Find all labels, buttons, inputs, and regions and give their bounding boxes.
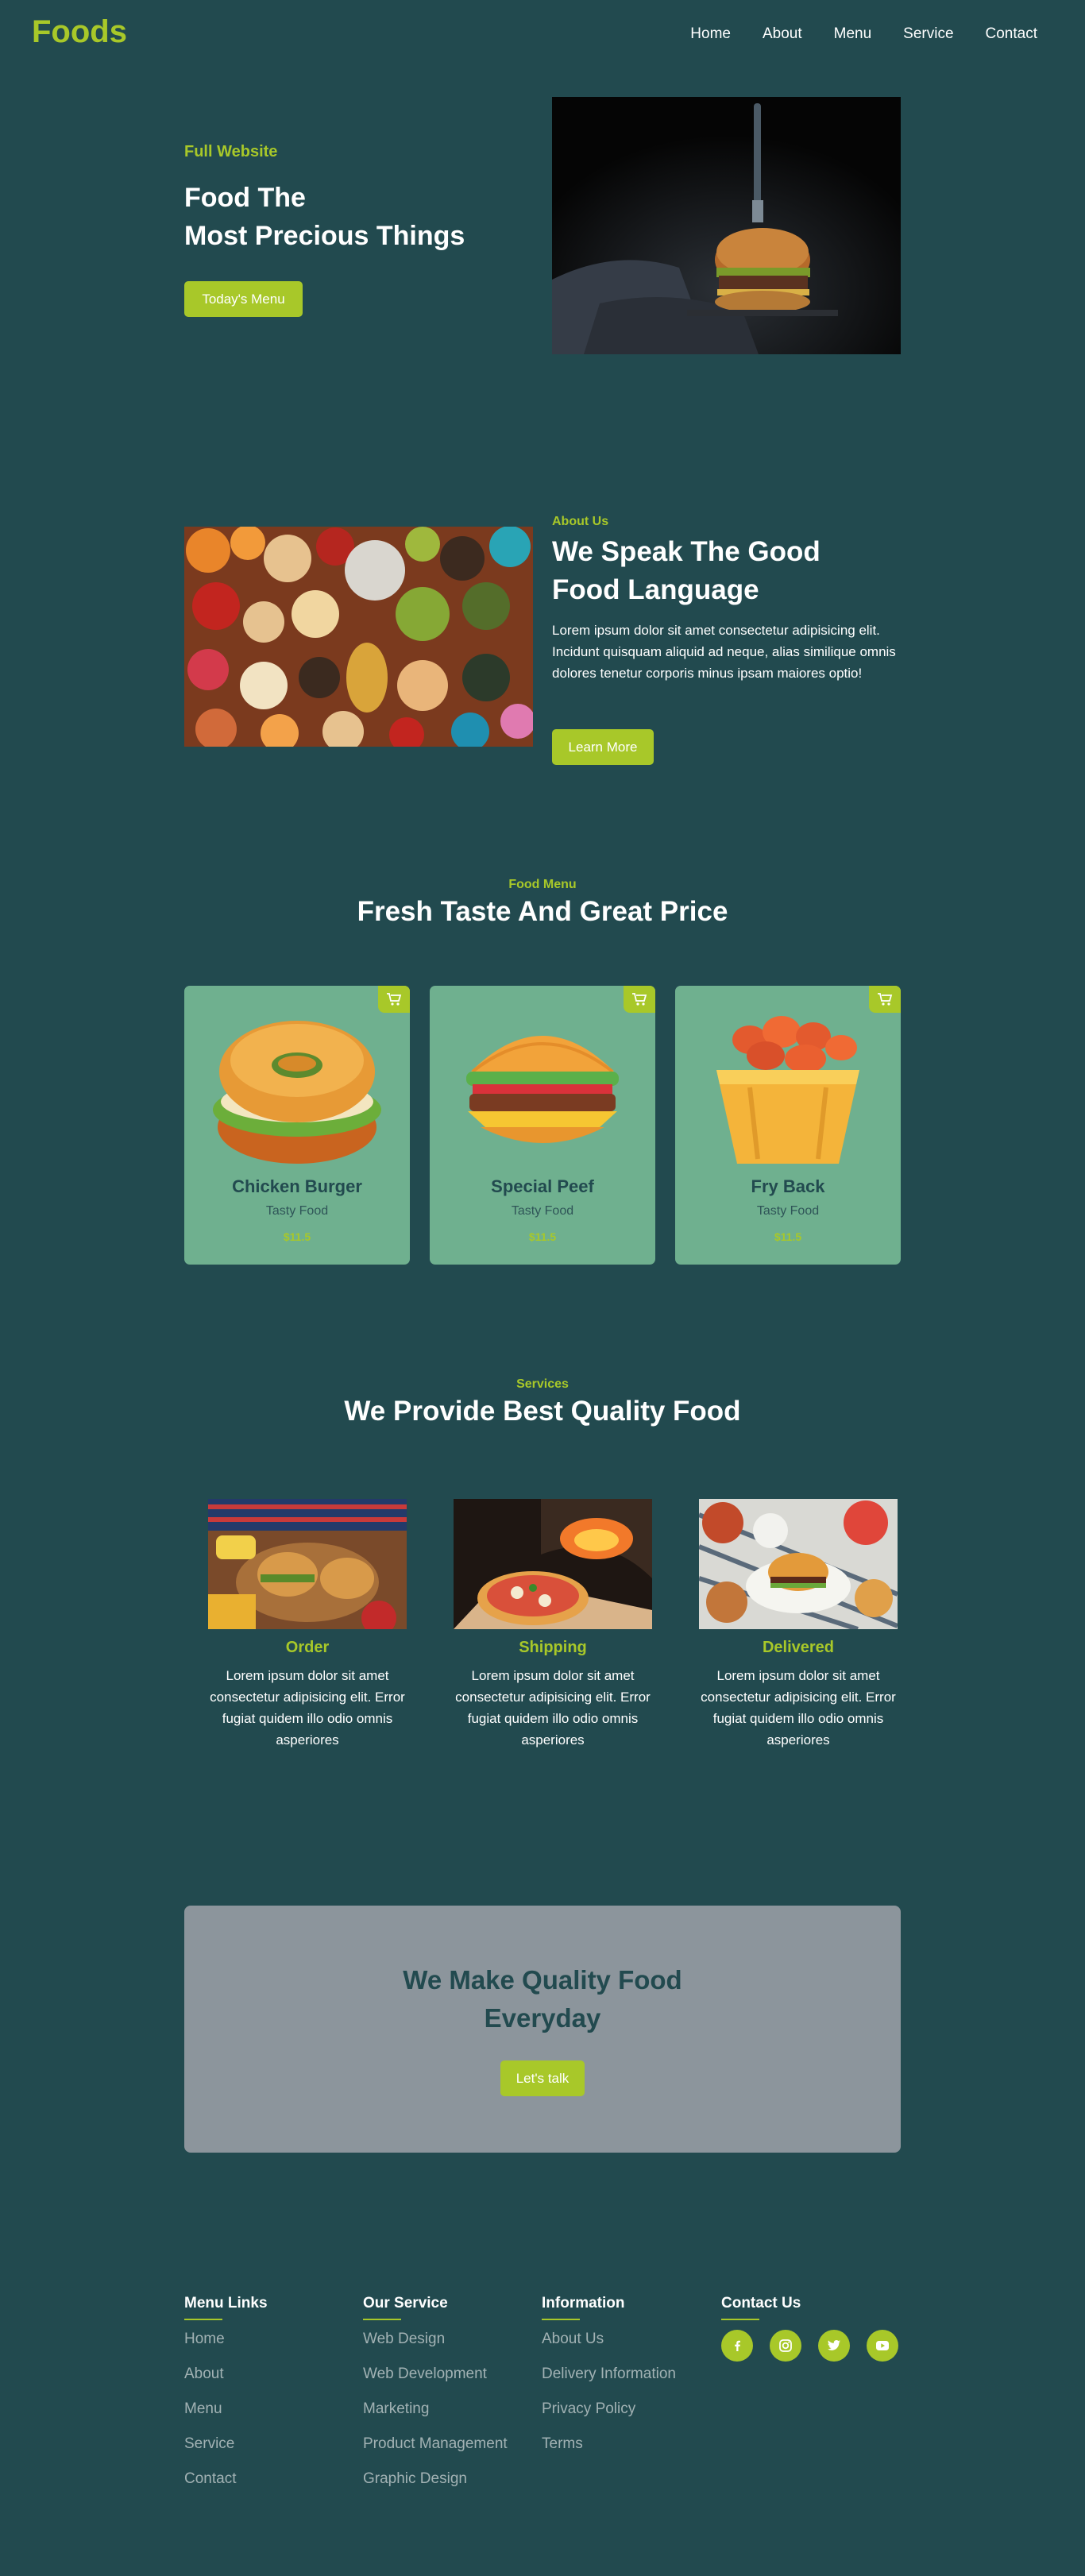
- footer-link-about-us[interactable]: About Us: [542, 2330, 676, 2349]
- services-title: We Provide Best Quality Food: [344, 1396, 741, 1427]
- cta-title-line2: Everyday: [484, 2003, 601, 2033]
- cta-title-line1: We Make Quality Food: [403, 1965, 682, 1995]
- heading-underline: [542, 2319, 580, 2320]
- heading-underline: [721, 2319, 759, 2320]
- footer-link-menu[interactable]: Menu: [184, 2400, 268, 2419]
- nav-menu[interactable]: Menu: [834, 25, 872, 43]
- about-food-spread-image: [184, 527, 533, 747]
- footer-our-service: Our Service Web Design Web Development M…: [363, 2295, 508, 2505]
- menu-card-special-peef[interactable]: Special Peef Tasty Food $11.5: [430, 986, 655, 1265]
- fried-chicken-bucket-image: [694, 1008, 882, 1175]
- footer-link-delivery-information[interactable]: Delivery Information: [542, 2365, 676, 2384]
- about-description: Lorem ipsum dolor sit amet consectetur a…: [552, 623, 896, 681]
- site-logo[interactable]: Foods: [32, 14, 127, 50]
- footer-link-service[interactable]: Service: [184, 2435, 268, 2454]
- hero-eyebrow: Full Website: [184, 143, 278, 160]
- menu-item-subtitle: Tasty Food: [265, 1204, 329, 1218]
- about-title: We Speak The Good Food Language: [552, 533, 902, 609]
- service-description: Lorem ipsum dolor sit amet consectetur a…: [210, 1668, 405, 1748]
- menu-item-name: Fry Back: [751, 1176, 825, 1196]
- menu-item-price: $11.5: [283, 1230, 311, 1243]
- nav-contact[interactable]: Contact: [986, 25, 1037, 43]
- nav-about[interactable]: About: [763, 25, 802, 43]
- special-peef-burger-image: [449, 1008, 636, 1175]
- footer-heading: Information: [542, 2295, 625, 2311]
- learn-more-button[interactable]: Learn More: [552, 729, 654, 765]
- footer-link-about[interactable]: About: [184, 2365, 268, 2384]
- service-name: Order: [285, 1639, 330, 1656]
- menu-title: Fresh Taste And Great Price: [357, 896, 728, 927]
- cta-banner: We Make Quality Food Everyday Let's talk: [184, 1906, 901, 2153]
- youtube-icon[interactable]: [867, 2330, 898, 2362]
- hero-title-line1: Food The: [184, 183, 306, 213]
- main-nav: Home About Menu Service Contact: [690, 25, 1037, 43]
- footer-link-contact[interactable]: Contact: [184, 2470, 268, 2489]
- menu-item-subtitle: Tasty Food: [756, 1204, 820, 1218]
- twitter-icon[interactable]: [818, 2330, 850, 2362]
- shipping-image: [454, 1499, 652, 1629]
- footer-link-graphic-design[interactable]: Graphic Design: [363, 2470, 508, 2489]
- nav-service[interactable]: Service: [903, 25, 953, 43]
- service-name: Delivered: [762, 1639, 835, 1656]
- menu-eyebrow: Food Menu: [508, 878, 577, 891]
- footer-link-privacy-policy[interactable]: Privacy Policy: [542, 2400, 676, 2419]
- menu-item-subtitle: Tasty Food: [511, 1204, 574, 1218]
- menu-item-price: $11.5: [528, 1230, 557, 1243]
- menu-card-chicken-burger[interactable]: Chicken Burger Tasty Food $11.5: [184, 986, 410, 1265]
- footer-link-marketing[interactable]: Marketing: [363, 2400, 508, 2419]
- hero-title-line2: Most Precious Things: [184, 221, 465, 251]
- footer-link-web-development[interactable]: Web Development: [363, 2365, 508, 2384]
- facebook-icon[interactable]: [721, 2330, 753, 2362]
- footer-link-web-design[interactable]: Web Design: [363, 2330, 508, 2349]
- about-title-line1: We Speak The Good: [552, 536, 821, 567]
- heading-underline: [363, 2319, 401, 2320]
- service-description: Lorem ipsum dolor sit amet consectetur a…: [701, 1668, 896, 1748]
- order-image: [208, 1499, 407, 1629]
- social-links: [721, 2330, 898, 2362]
- hero-title: Food The Most Precious Things: [184, 179, 518, 255]
- about-eyebrow: About Us: [552, 515, 609, 528]
- footer-link-terms[interactable]: Terms: [542, 2435, 676, 2454]
- service-order: Order Lorem ipsum dolor sit amet consect…: [208, 1499, 407, 1751]
- footer-link-home[interactable]: Home: [184, 2330, 268, 2349]
- hero-burger-image: [552, 97, 901, 354]
- footer-heading: Menu Links: [184, 2295, 268, 2311]
- menu-item-price: $11.5: [774, 1230, 802, 1243]
- cta-title: We Make Quality Food Everyday: [184, 1961, 901, 2037]
- footer-link-product-management[interactable]: Product Management: [363, 2435, 508, 2454]
- delivered-image: [699, 1499, 898, 1629]
- nav-home[interactable]: Home: [690, 25, 731, 43]
- about-title-line2: Food Language: [552, 574, 759, 605]
- service-shipping: Shipping Lorem ipsum dolor sit amet cons…: [454, 1499, 652, 1751]
- footer-heading: Our Service: [363, 2295, 448, 2311]
- service-name: Shipping: [519, 1639, 587, 1656]
- lets-talk-button[interactable]: Let's talk: [500, 2060, 585, 2096]
- footer-information: Information About Us Delivery Informatio…: [542, 2295, 676, 2470]
- todays-menu-button[interactable]: Today's Menu: [184, 281, 303, 317]
- footer-menu-links: Menu Links Home About Menu Service Conta…: [184, 2295, 268, 2505]
- menu-item-name: Chicken Burger: [232, 1176, 362, 1196]
- footer-contact: Contact Us: [721, 2295, 898, 2362]
- menu-item-name: Special Peef: [491, 1176, 594, 1196]
- menu-card-fry-back[interactable]: Fry Back Tasty Food $11.5: [675, 986, 901, 1265]
- service-delivered: Delivered Lorem ipsum dolor sit amet con…: [699, 1499, 898, 1751]
- site-header: Foods Home About Menu Service Contact: [0, 0, 1085, 71]
- footer-heading: Contact Us: [721, 2295, 801, 2311]
- services-eyebrow: Services: [516, 1377, 569, 1391]
- instagram-icon[interactable]: [770, 2330, 801, 2362]
- chicken-burger-image: [203, 1008, 391, 1175]
- service-description: Lorem ipsum dolor sit amet consectetur a…: [455, 1668, 651, 1748]
- heading-underline: [184, 2319, 222, 2320]
